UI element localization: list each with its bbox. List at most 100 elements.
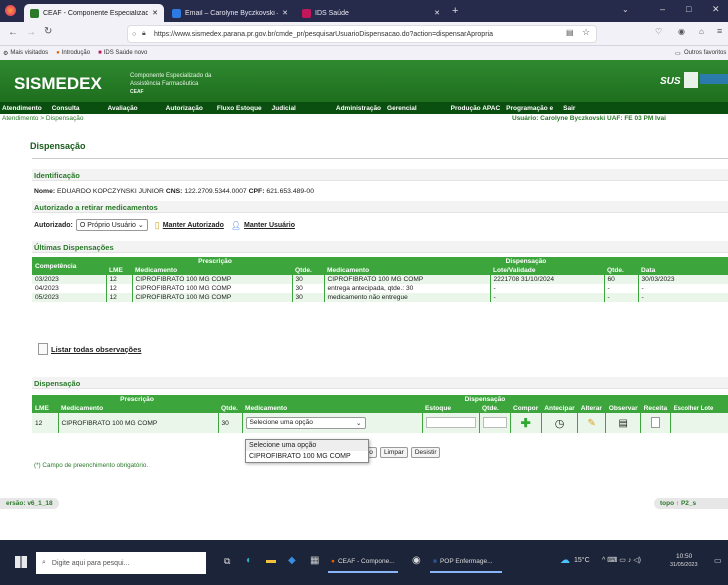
topo-link[interactable]: topo ↑ P2_s bbox=[654, 498, 728, 509]
manter-autorizado-link[interactable]: Manter Autorizado bbox=[163, 222, 224, 229]
action-buttons: cibo Limpar Desistir bbox=[357, 447, 441, 458]
observar-note-icon[interactable]: ▤ bbox=[618, 418, 627, 429]
compor-plus-icon[interactable]: ✚ bbox=[521, 416, 531, 430]
user-icon: 👤︎ bbox=[230, 220, 242, 230]
manter-usuario-link[interactable]: Manter Usuário bbox=[244, 222, 295, 229]
page-title: Dispensação bbox=[30, 141, 86, 151]
forward-icon[interactable]: → bbox=[26, 27, 36, 38]
pocket-icon[interactable]: ♡ bbox=[655, 27, 662, 36]
arrow-up-icon: ↑ bbox=[675, 500, 680, 507]
obs-icon[interactable]: ◉ bbox=[412, 555, 421, 566]
maximize-icon[interactable]: □ bbox=[686, 4, 691, 14]
menu-icon[interactable]: ≡ bbox=[717, 26, 722, 36]
logo-subtitle-3: CEAF bbox=[130, 89, 144, 95]
notifications-icon[interactable]: ▭ bbox=[714, 556, 722, 565]
shield-icon: ○ bbox=[132, 30, 137, 38]
document-icon bbox=[38, 343, 48, 355]
taskbar-item-ceaf[interactable]: ● CEAF - Compone... bbox=[328, 551, 398, 573]
receita-document-icon[interactable] bbox=[651, 416, 661, 428]
identificacao-title: Identificação bbox=[34, 171, 80, 180]
word-icon: ■ bbox=[433, 557, 437, 565]
account-icon[interactable]: ◉ bbox=[678, 27, 685, 36]
medicamento-dropdown: Selecione uma opção CIPROFIBRATO 100 MG … bbox=[245, 439, 369, 463]
sismedex-logo[interactable]: SISMEDEX bbox=[14, 74, 102, 94]
firefox-icon: ● bbox=[56, 50, 60, 56]
table-row: 12 CIPROFIBRATO 100 MG COMP 30 Selecione… bbox=[32, 413, 728, 433]
table-row: 03/2023 12 CIPROFIBRATO 100 MG COMP 30 CIPRO… bbox=[32, 275, 728, 284]
alterar-pencil-icon[interactable]: ✎ bbox=[588, 418, 596, 429]
menu-judicial[interactable]: Judicial bbox=[272, 105, 296, 112]
bookmark-ids[interactable]: IDS Saúde novo bbox=[104, 50, 148, 56]
browser-nav-bar: ← → ↻ ○ 🔒︎ https://www.sismedex.parana.p… bbox=[0, 22, 728, 46]
medicamento-select[interactable]: Selecione uma opção ⌄ bbox=[245, 417, 366, 429]
listar-observacoes-link[interactable]: Listar todas observações bbox=[51, 345, 141, 354]
antecipar-clock-icon[interactable]: ◷ bbox=[555, 418, 565, 430]
browser-tab-bar: CEAF - Componente Especializado ✕ Email … bbox=[0, 0, 728, 22]
menu-fluxo-estoque[interactable]: Fluxo Estoque bbox=[217, 105, 262, 112]
browser-logo-icon[interactable] bbox=[5, 5, 16, 16]
desistir-button[interactable]: Desistir bbox=[410, 447, 441, 458]
dropdown-option[interactable]: CIPROFIBRATO 100 MG COMP bbox=[246, 451, 368, 462]
document-icon: ▯ bbox=[154, 219, 160, 230]
patient-cns: 122.2709.5344.0007 bbox=[184, 188, 247, 195]
section-bar bbox=[32, 169, 728, 181]
tab-email[interactable]: Email – Carolyne Byczkovski – ✕ bbox=[166, 4, 294, 22]
menu-producao-apac[interactable]: Produção APAC bbox=[451, 105, 500, 112]
new-tab-icon[interactable]: + bbox=[452, 5, 458, 17]
reload-icon[interactable]: ↻ bbox=[44, 26, 52, 37]
store-icon[interactable]: ◆ bbox=[288, 555, 296, 566]
tray-icons[interactable]: ^ ⌨ ▭ ♪ ◁) bbox=[602, 556, 641, 564]
qtde-input[interactable] bbox=[482, 416, 507, 428]
lock-icon: 🔒︎ bbox=[142, 30, 146, 37]
calculator-icon[interactable]: ▦ bbox=[310, 555, 319, 566]
table-header: LME Medicamento Qtde. Medicamento Lote/V… bbox=[32, 266, 728, 275]
autorizado-row: Autorizado: O Próprio Usuário ⌄ ▯ Manter… bbox=[34, 219, 295, 231]
explorer-icon[interactable]: ▬ bbox=[266, 555, 276, 566]
breadcrumb: Atendimento > Dispensação bbox=[2, 115, 84, 122]
table-row: 04/2023 12 CIPROFIBRATO 100 MG COMP 30 entre… bbox=[32, 284, 728, 293]
table-header: LME Medicamento Qtde. Medicamento Estoqu… bbox=[32, 404, 728, 413]
close-tab-icon[interactable]: ✕ bbox=[152, 9, 158, 17]
close-tab-icon[interactable]: ✕ bbox=[282, 9, 288, 17]
menu-administracao[interactable]: Administração bbox=[336, 105, 381, 112]
menu-sair[interactable]: Sair bbox=[563, 105, 575, 112]
extensions-icon[interactable]: ⌂ bbox=[699, 27, 704, 36]
taskbar-item-pop[interactable]: ■ POP Enfermage... bbox=[430, 551, 502, 573]
bookmark-outros-favoritos[interactable]: Outros favoritos bbox=[684, 50, 726, 56]
dropdown-option[interactable]: Selecione uma opção bbox=[246, 440, 368, 451]
menu-avaliacao[interactable]: Avaliação bbox=[108, 105, 138, 112]
section-bar bbox=[32, 241, 728, 253]
bookmark-introducao[interactable]: Introdução bbox=[62, 50, 90, 56]
close-tab-icon[interactable]: ✕ bbox=[434, 9, 440, 17]
taskbar-search-box[interactable]: ⌕ Digite aqui para pesqui... bbox=[36, 552, 206, 574]
obrigatorio-note: (*) Campo de preenchimento obrigatório. bbox=[34, 462, 149, 469]
dispensacao-panel: Identificação Nome: EDUARDO KOPCZYNSKI J… bbox=[32, 158, 728, 484]
patient-cpf: 621.653.489-00 bbox=[266, 188, 314, 195]
address-bar[interactable]: ○ 🔒︎ https://www.sismedex.parana.pr.gov.… bbox=[127, 25, 597, 43]
task-view-icon[interactable]: ⧉ bbox=[224, 556, 230, 567]
tab-ids[interactable]: IDS Saúde ✕ bbox=[296, 4, 446, 22]
versao-badge: ersão: v6_1_18 bbox=[0, 498, 59, 509]
chevron-down-icon: ⌄ bbox=[137, 222, 144, 229]
back-icon[interactable]: ← bbox=[8, 27, 18, 38]
estoque-input[interactable] bbox=[425, 416, 476, 428]
sus-logo-bar bbox=[700, 74, 728, 84]
close-window-icon[interactable]: ✕ bbox=[712, 4, 720, 15]
menu-autorizacao[interactable]: Autorização bbox=[166, 105, 203, 112]
windows-start-icon[interactable] bbox=[15, 556, 27, 568]
tab-ceaf[interactable]: CEAF - Componente Especializado ✕ bbox=[24, 4, 164, 22]
email-favicon-icon bbox=[172, 8, 181, 18]
menu-programacao[interactable]: Programação e bbox=[506, 105, 553, 112]
menu-atendimento[interactable]: Atendimento bbox=[2, 105, 42, 112]
edge-icon[interactable]: ◐ bbox=[246, 555, 252, 566]
ultimas-table: Competência Prescrição Dispensação LME M… bbox=[32, 257, 728, 302]
bookmark-star-icon[interactable]: ☆ bbox=[582, 27, 590, 38]
minimize-icon[interactable]: – bbox=[660, 4, 665, 14]
menu-gerencial[interactable]: Gerencial bbox=[387, 105, 417, 112]
tab-list-icon[interactable]: ⌄ bbox=[622, 5, 629, 14]
menu-consulta[interactable]: Consulta bbox=[52, 105, 80, 112]
autorizado-select[interactable]: O Próprio Usuário ⌄ bbox=[75, 219, 148, 231]
reader-icon[interactable]: ▤ bbox=[566, 28, 574, 37]
limpar-button[interactable]: Limpar bbox=[379, 447, 408, 458]
bookmark-mais-visitados[interactable]: Mais visitados bbox=[10, 50, 48, 56]
